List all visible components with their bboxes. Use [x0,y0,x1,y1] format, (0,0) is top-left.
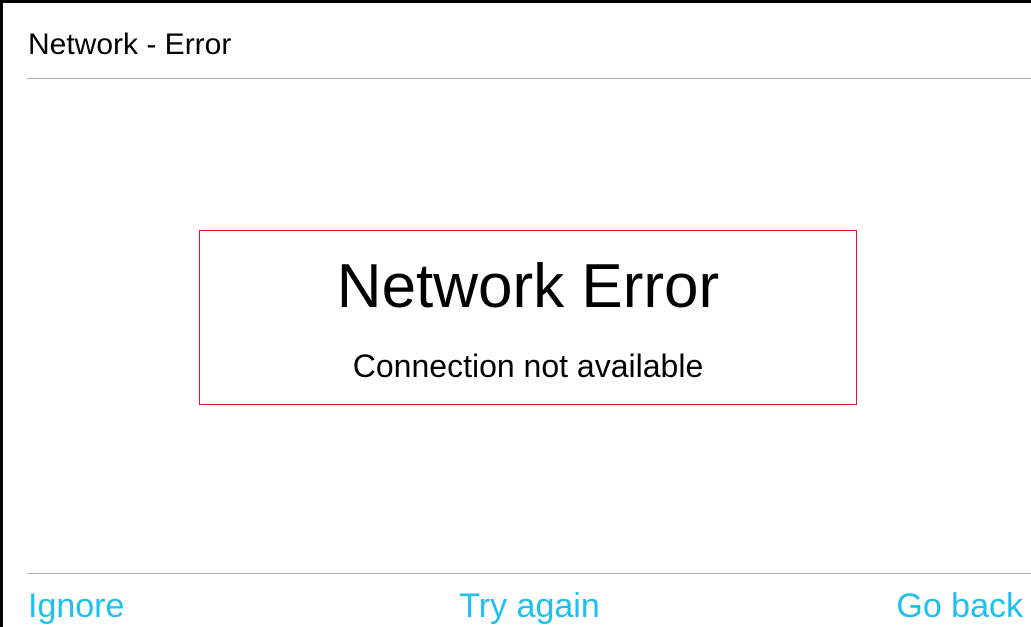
go-back-button[interactable]: Go back [896,586,1023,626]
network-error-screen: Network - Error Network Error Connection… [0,0,1031,627]
footer-divider [27,573,1031,574]
error-message-box: Network Error Connection not available [199,230,857,405]
header-divider [27,78,1031,79]
try-again-container: Try again [3,586,1031,626]
try-again-button[interactable]: Try again [459,586,599,626]
page-title: Network - Error [28,28,232,61]
error-title: Network Error [336,252,720,321]
error-message: Connection not available [352,348,704,384]
